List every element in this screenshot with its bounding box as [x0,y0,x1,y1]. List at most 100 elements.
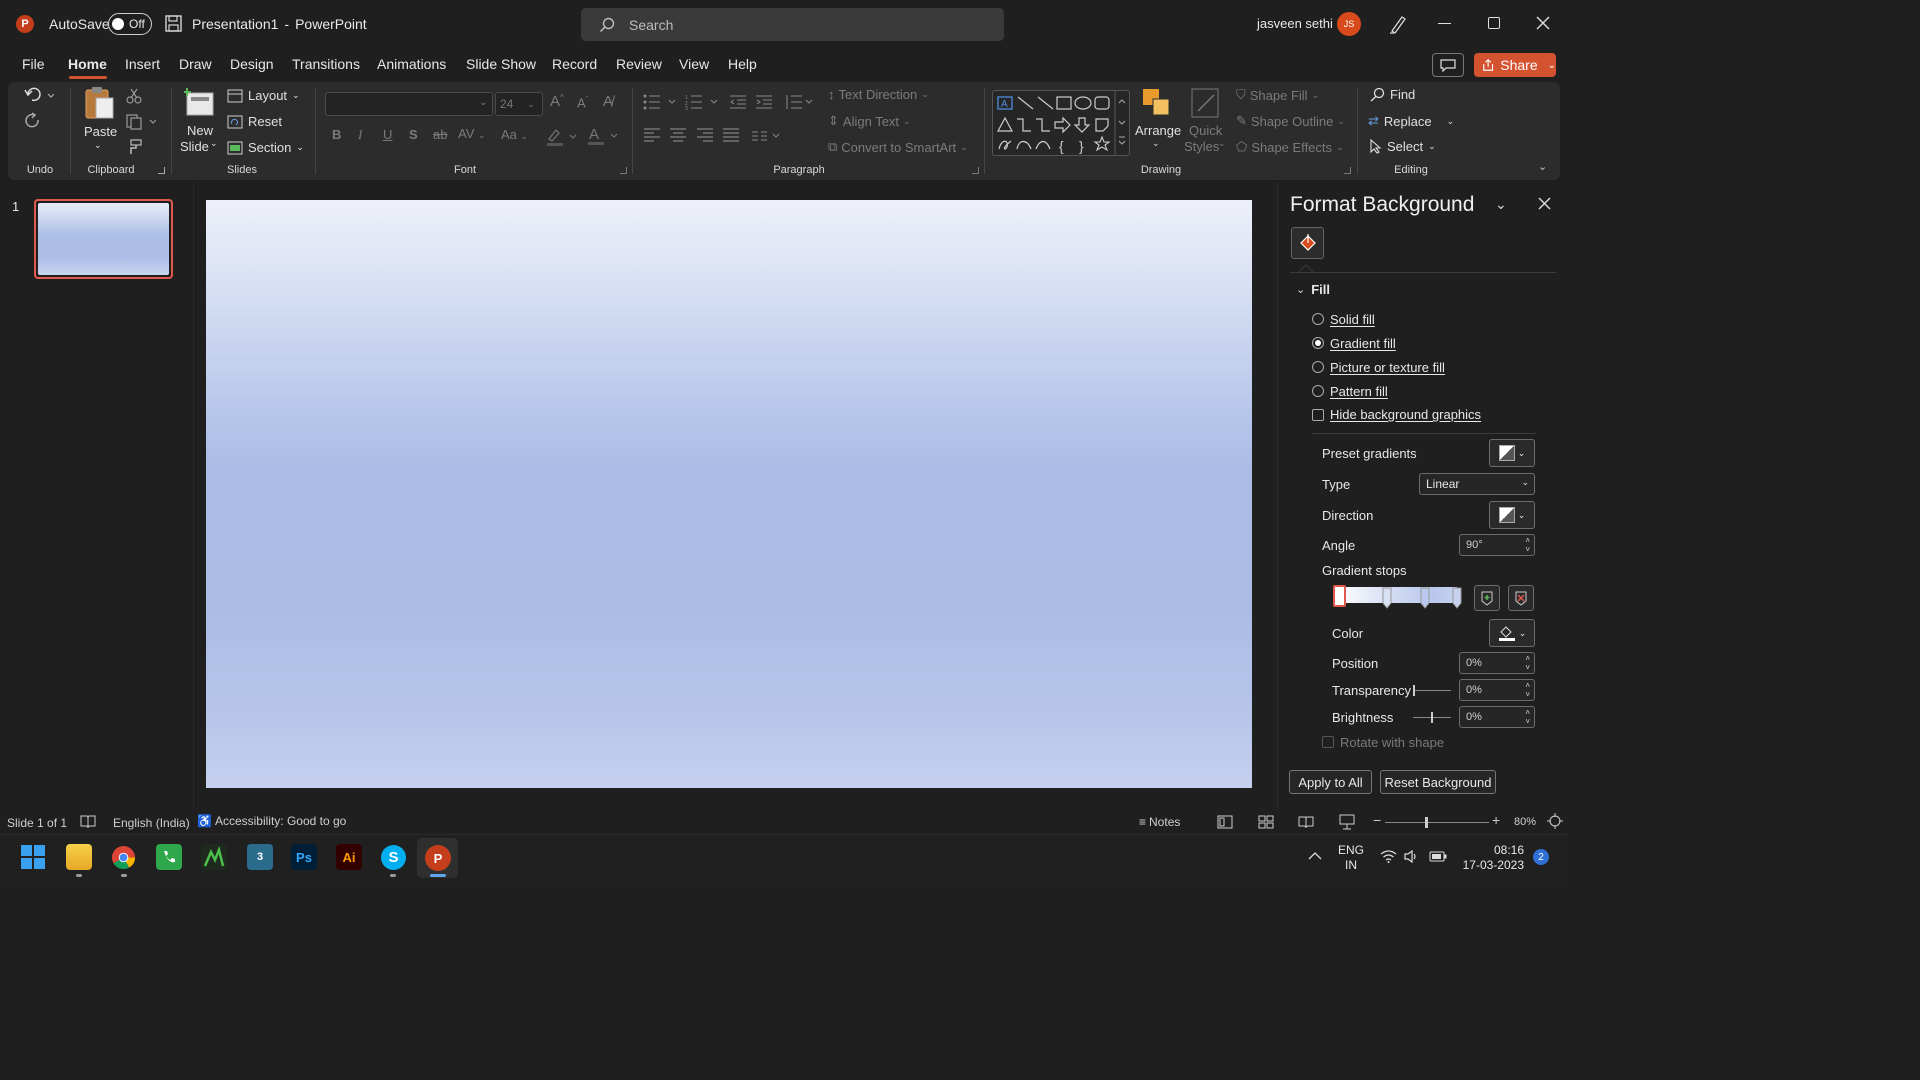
reset-button[interactable]: Reset [227,114,282,129]
collapse-ribbon-icon[interactable]: ⌄ [1538,160,1547,173]
close-window-icon[interactable] [1536,16,1550,30]
hide-graphics-checkbox[interactable] [1312,409,1324,421]
tab-slide-show[interactable]: Slide Show [466,56,536,72]
reset-background-button[interactable]: Reset Background [1380,770,1496,794]
numbering-icon[interactable]: 123 [685,94,721,110]
tab-animations[interactable]: Animations [377,56,446,72]
gradient-stop-handle[interactable] [1333,585,1346,607]
select-button[interactable]: Select ⌄ [1370,139,1436,154]
brightness-spinner[interactable]: 0% ˄ ˅ [1459,706,1535,728]
brightness-slider[interactable] [1413,712,1451,723]
strikethrough-icon[interactable]: ab [433,127,447,142]
restore-icon[interactable] [1488,17,1500,29]
columns-icon[interactable] [752,130,782,142]
position-spinner[interactable]: 0% ˄ ˅ [1459,652,1535,674]
skype-icon[interactable]: S [381,845,406,870]
shape-fill-button[interactable]: ⛉ Shape Fill ⌄ [1236,87,1319,103]
pattern-fill-radio[interactable] [1312,385,1324,397]
dialog-launcher-icon[interactable] [620,167,627,174]
slide-thumbnail[interactable] [34,199,173,279]
format-painter-icon[interactable] [126,139,142,155]
copy-icon[interactable] [126,114,156,130]
gradient-fill-label[interactable]: Gradient fill [1330,336,1396,351]
phone-app-icon[interactable] [156,844,182,870]
reading-view-icon[interactable] [1298,815,1314,829]
tab-home[interactable]: Home [68,56,107,72]
text-direction-button[interactable]: ↕ Text Direction ⌄ [828,87,929,102]
volume-icon[interactable] [1404,850,1420,863]
shape-effects-button[interactable]: ⬠ Shape Effects ⌄ [1236,139,1344,155]
arrange-icon[interactable] [1141,87,1173,119]
quick-styles-icon[interactable] [1190,87,1222,121]
align-right-icon[interactable] [697,128,713,142]
shadow-icon[interactable]: S [409,127,418,142]
fit-to-window-icon[interactable] [1547,813,1563,829]
gradient-stops-bar[interactable] [1331,584,1463,614]
dialog-launcher-icon[interactable] [158,167,165,174]
font-size-select[interactable]: 24 ⌄ [495,92,543,116]
numbers-app-icon[interactable] [201,844,227,870]
tab-file[interactable]: File [22,56,45,72]
input-language[interactable]: ENG IN [1338,843,1364,873]
solid-fill-radio[interactable] [1312,313,1324,325]
align-left-icon[interactable] [644,128,660,142]
paste-icon[interactable] [83,86,115,120]
chevron-down-icon[interactable]: ⌄ [94,140,102,151]
chevron-down-icon[interactable]: ⌄ [210,138,218,149]
tab-review[interactable]: Review [616,56,662,72]
apply-to-all-button[interactable]: Apply to All [1289,770,1372,794]
tab-help[interactable]: Help [728,56,757,72]
chrome-icon[interactable] [111,845,136,870]
font-name-select[interactable]: ⌄ [325,92,493,116]
undo-icon[interactable] [24,86,54,104]
tab-view[interactable]: View [679,56,709,72]
fill-tab[interactable] [1291,227,1324,259]
zoom-out-icon[interactable]: − [1373,812,1381,828]
slide-sorter-icon[interactable] [1258,815,1274,829]
language-status[interactable]: English (India) [113,816,190,830]
increase-indent-icon[interactable] [756,95,774,109]
rotate-with-shape-checkbox[interactable] [1322,736,1334,748]
remove-gradient-stop-button[interactable] [1508,585,1534,611]
notification-badge[interactable]: 2 [1533,849,1549,865]
chevron-down-icon[interactable]: ⌄ [1495,196,1507,213]
italic-icon[interactable]: I [358,127,362,143]
minimize-icon[interactable] [1438,23,1451,24]
line-spacing-icon[interactable] [785,94,815,110]
hide-graphics-label[interactable]: Hide background graphics [1330,407,1481,422]
slider-thumb[interactable] [1425,817,1428,828]
gradient-stop-handle[interactable] [1420,587,1430,609]
search-box[interactable]: Search [581,8,1004,41]
character-spacing-icon[interactable]: AV ⌄ [458,126,486,141]
save-icon[interactable] [165,15,182,32]
avatar[interactable]: JS [1337,12,1361,36]
pattern-fill-label[interactable]: Pattern fill [1330,384,1388,399]
decrease-font-icon[interactable]: Aˇ [577,95,588,110]
slider-thumb[interactable] [1413,685,1415,696]
picture-fill-label[interactable]: Picture or texture fill [1330,360,1445,375]
add-gradient-stop-button[interactable] [1474,585,1500,611]
bullets-icon[interactable] [643,94,679,110]
redo-icon[interactable] [24,112,42,130]
new-slide-label-2[interactable]: Slide [180,139,209,154]
angle-spinner[interactable]: 90° ˄ ˅ [1459,534,1535,556]
justify-icon[interactable] [723,128,739,142]
highlight-icon[interactable] [546,127,580,147]
powerpoint-taskbar-icon[interactable]: P [425,845,451,871]
picture-fill-radio[interactable] [1312,361,1324,373]
transparency-slider[interactable] [1413,685,1451,696]
share-button[interactable]: Share ⌄ [1474,53,1556,77]
new-slide-icon[interactable] [184,87,216,117]
dialog-launcher-icon[interactable] [1344,167,1351,174]
tab-transitions[interactable]: Transitions [292,56,360,72]
section-button[interactable]: Section ⌄ [227,140,304,155]
gradient-stop-handle[interactable] [1382,587,1392,609]
close-pane-icon[interactable] [1538,197,1551,210]
font-color-icon[interactable]: A [587,125,621,147]
direction-button[interactable]: ⌄ [1489,501,1535,529]
tab-draw[interactable]: Draw [179,56,212,72]
paste-label[interactable]: Paste [84,124,117,139]
notes-button[interactable]: ≡ Notes [1139,815,1180,829]
battery-icon[interactable] [1429,851,1447,862]
cut-icon[interactable] [126,88,142,104]
